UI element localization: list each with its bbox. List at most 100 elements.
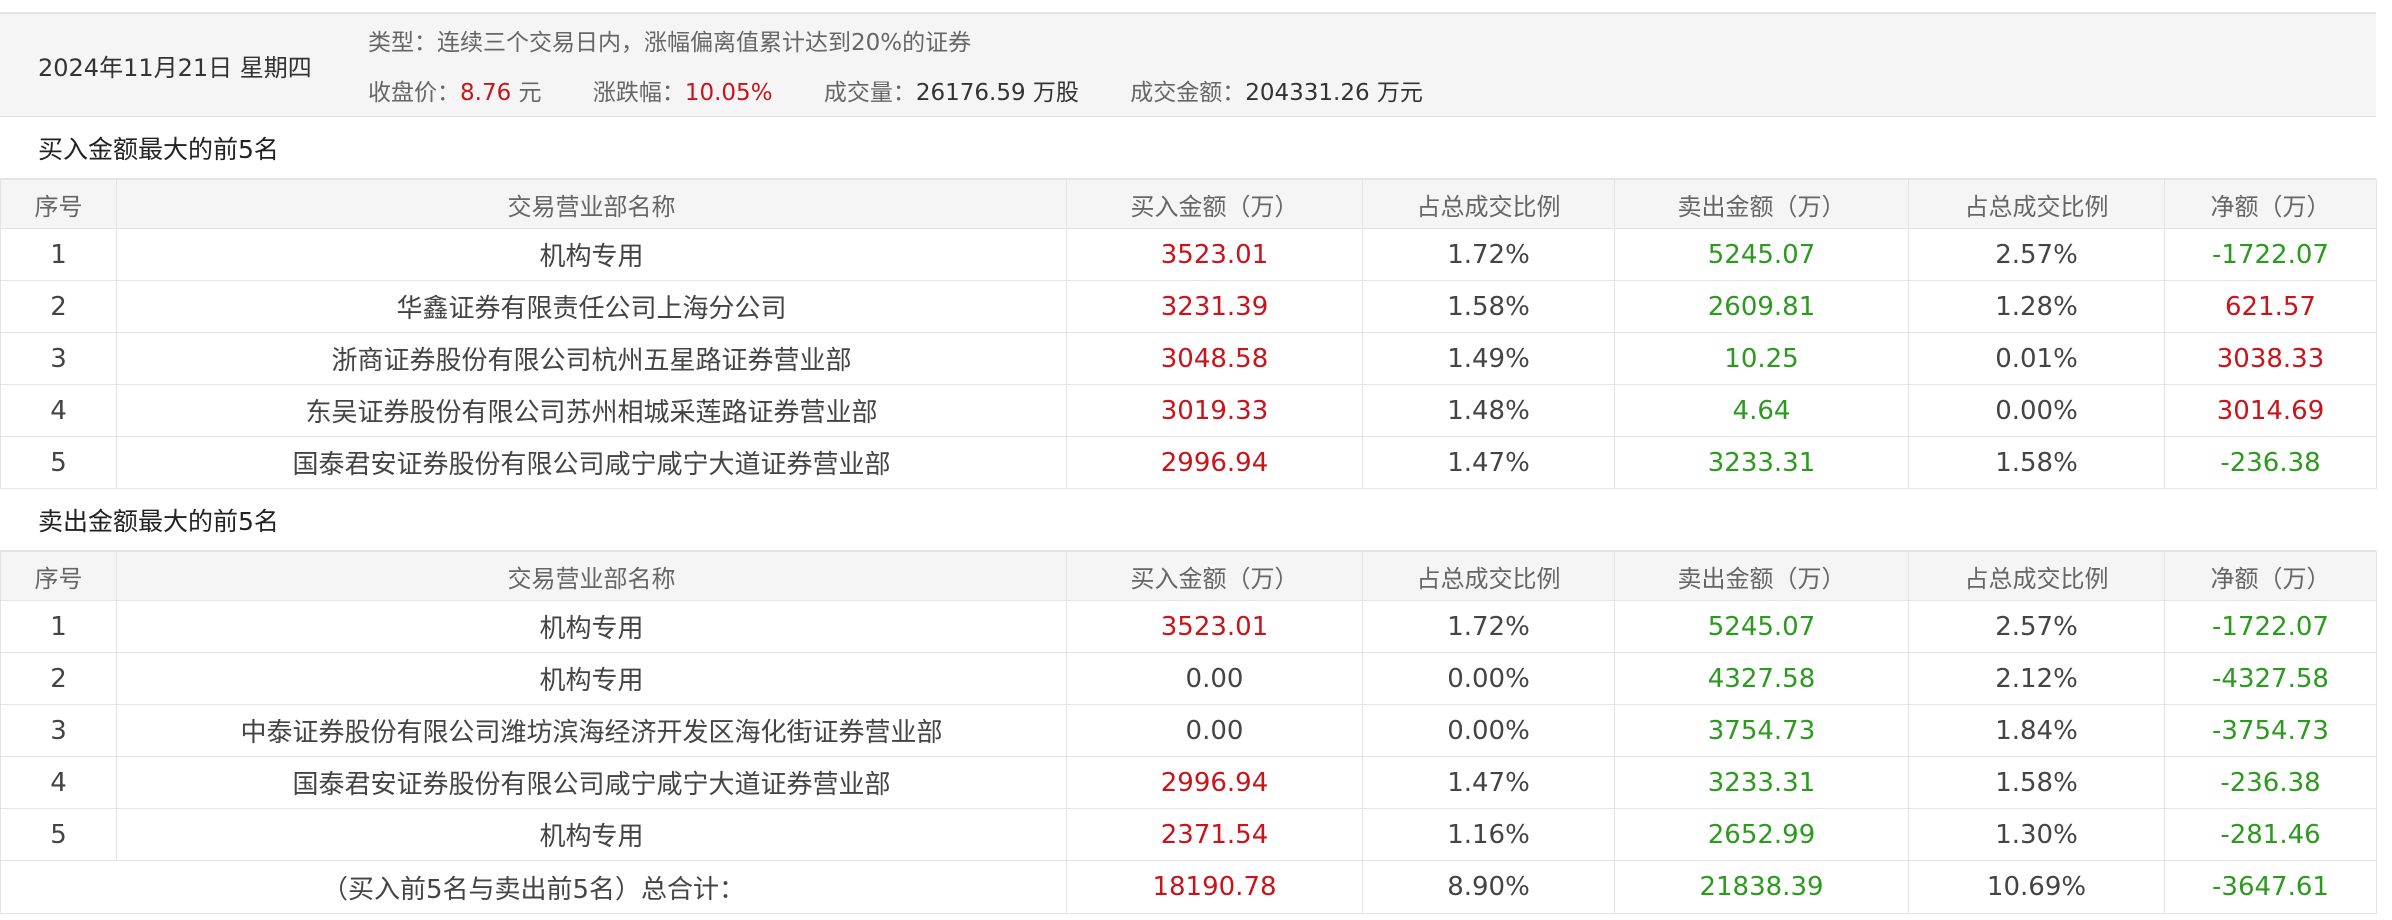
- broker-name: 机构专用: [116, 228, 1067, 281]
- sell-amount: 3754.73: [1614, 704, 1909, 757]
- buy-ratio: 1.47%: [1362, 756, 1615, 809]
- row-no: 4: [0, 384, 117, 437]
- sell-ratio: 1.30%: [1908, 808, 2165, 861]
- sell-amount: 10.25: [1614, 332, 1909, 385]
- buy-section-title: 买入金额最大的前5名: [0, 117, 2376, 179]
- net-amount: -1722.07: [2164, 600, 2377, 653]
- sell-amount: 2652.99: [1614, 808, 1909, 861]
- broker-name: 国泰君安证券股份有限公司咸宁咸宁大道证券营业部: [116, 756, 1067, 809]
- col-header-buy: 买入金额（万）: [1066, 551, 1363, 601]
- col-header-buy: 买入金额（万）: [1066, 179, 1363, 229]
- buy-top5-table: 序号 交易营业部名称 买入金额（万） 占总成交比例 卖出金额（万） 占总成交比例…: [0, 179, 2377, 489]
- top-divider: [0, 0, 2376, 13]
- stock-info-bar: 2024年11月21日 星期四 类型：连续三个交易日内，涨幅偏离值累计达到20%…: [0, 13, 2376, 117]
- sell-ratio: 2.57%: [1908, 600, 2165, 653]
- total-buy-pct: 8.90%: [1362, 860, 1615, 914]
- buy-rows: 1 机构专用 3523.01 1.72% 5245.07 2.57% -1722.07 2 华鑫…: [0, 228, 2377, 489]
- sell-rows: 1 机构专用 3523.01 1.72% 5245.07 2.57% -1722.07 2 机构…: [0, 600, 2377, 861]
- sell-ratio: 2.57%: [1908, 228, 2165, 281]
- sell-amount: 5245.07: [1614, 228, 1909, 281]
- buy-ratio: 1.72%: [1362, 228, 1615, 281]
- col-header-sell: 卖出金额（万）: [1614, 551, 1909, 601]
- close-unit: 元: [518, 80, 542, 106]
- broker-name: 国泰君安证券股份有限公司咸宁咸宁大道证券营业部: [116, 436, 1067, 489]
- dragon-tiger-panel: 2024年11月21日 星期四 类型：连续三个交易日内，涨幅偏离值累计达到20%…: [0, 0, 2377, 914]
- net-amount: 3014.69: [2164, 384, 2377, 437]
- buy-amount: 3019.33: [1066, 384, 1363, 437]
- col-header-sell: 卖出金额（万）: [1614, 179, 1909, 229]
- col-header-no: 序号: [0, 179, 117, 229]
- row-no: 1: [0, 228, 117, 281]
- col-header-no: 序号: [0, 551, 117, 601]
- close-label: 收盘价：: [368, 80, 460, 106]
- total-buy: 18190.78: [1066, 860, 1363, 914]
- table-row: 1 机构专用 3523.01 1.72% 5245.07 2.57% -1722.07: [0, 600, 2377, 653]
- amount-label: 成交金额：: [1130, 80, 1246, 106]
- close-value: 8.76: [460, 80, 512, 106]
- col-header-net: 净额（万）: [2164, 551, 2377, 601]
- buy-ratio: 1.48%: [1362, 384, 1615, 437]
- net-amount: -281.46: [2164, 808, 2377, 861]
- buy-amount: 3231.39: [1066, 280, 1363, 333]
- sell-ratio: 1.28%: [1908, 280, 2165, 333]
- total-sell: 21838.39: [1614, 860, 1909, 914]
- total-row: （买入前5名与卖出前5名）总合计： 18190.78 8.90% 21838.3…: [0, 860, 2377, 914]
- row-no: 2: [0, 652, 117, 705]
- sell-amount: 5245.07: [1614, 600, 1909, 653]
- table-header-row: 序号 交易营业部名称 买入金额（万） 占总成交比例 卖出金额（万） 占总成交比例…: [0, 551, 2377, 601]
- sell-amount: 2609.81: [1614, 280, 1909, 333]
- sell-amount: 3233.31: [1614, 756, 1909, 809]
- trade-date: 2024年11月21日 星期四: [38, 53, 312, 82]
- table-row: 4 东吴证券股份有限公司苏州相城采莲路证券营业部 3019.33 1.48% 4.64 0…: [0, 384, 2377, 437]
- type-label: 类型：: [368, 30, 437, 56]
- broker-name: 机构专用: [116, 808, 1067, 861]
- table-row: 4 国泰君安证券股份有限公司咸宁咸宁大道证券营业部 2996.94 1.47% 3233…: [0, 756, 2377, 809]
- row-no: 1: [0, 600, 117, 653]
- sell-ratio: 0.01%: [1908, 332, 2165, 385]
- table-row: 5 机构专用 2371.54 1.16% 2652.99 1.30% -281.46: [0, 808, 2377, 861]
- row-no: 5: [0, 436, 117, 489]
- buy-ratio: 1.16%: [1362, 808, 1615, 861]
- sell-ratio: 1.58%: [1908, 436, 2165, 489]
- buy-amount: 0.00: [1066, 704, 1363, 757]
- buy-ratio: 0.00%: [1362, 704, 1615, 757]
- broker-name: 中泰证券股份有限公司潍坊滨海经济开发区海化街证券营业部: [116, 704, 1067, 757]
- buy-ratio: 1.49%: [1362, 332, 1615, 385]
- buy-amount: 2996.94: [1066, 436, 1363, 489]
- table-header-row: 序号 交易营业部名称 买入金额（万） 占总成交比例 卖出金额（万） 占总成交比例…: [0, 179, 2377, 229]
- col-header-buy-pct: 占总成交比例: [1362, 179, 1615, 229]
- broker-name: 东吴证券股份有限公司苏州相城采莲路证券营业部: [116, 384, 1067, 437]
- table-row: 1 机构专用 3523.01 1.72% 5245.07 2.57% -1722.07: [0, 228, 2377, 281]
- quote-line: 收盘价：8.76 元 涨跌幅：10.05% 成交量：26176.59 万股 成交…: [368, 73, 1423, 107]
- net-amount: -1722.07: [2164, 228, 2377, 281]
- buy-amount: 3048.58: [1066, 332, 1363, 385]
- broker-name: 浙商证券股份有限公司杭州五星路证券营业部: [116, 332, 1067, 385]
- sell-amount: 3233.31: [1614, 436, 1909, 489]
- row-no: 3: [0, 332, 117, 385]
- total-sell-pct: 10.69%: [1908, 860, 2165, 914]
- col-header-sell-pct: 占总成交比例: [1908, 179, 2165, 229]
- sell-ratio: 0.00%: [1908, 384, 2165, 437]
- buy-amount: 3523.01: [1066, 228, 1363, 281]
- buy-amount: 3523.01: [1066, 600, 1363, 653]
- sell-amount: 4327.58: [1614, 652, 1909, 705]
- table-row: 2 机构专用 0.00 0.00% 4327.58 2.12% -4327.58: [0, 652, 2377, 705]
- net-amount: -3754.73: [2164, 704, 2377, 757]
- net-amount: 3038.33: [2164, 332, 2377, 385]
- sell-ratio: 1.84%: [1908, 704, 2165, 757]
- buy-ratio: 1.72%: [1362, 600, 1615, 653]
- row-no: 3: [0, 704, 117, 757]
- col-header-net: 净额（万）: [2164, 179, 2377, 229]
- type-value: 连续三个交易日内，涨幅偏离值累计达到20%的证券: [437, 30, 972, 56]
- net-amount: -236.38: [2164, 436, 2377, 489]
- buy-amount: 2996.94: [1066, 756, 1363, 809]
- sell-ratio: 2.12%: [1908, 652, 2165, 705]
- sell-top5-table: 序号 交易营业部名称 买入金额（万） 占总成交比例 卖出金额（万） 占总成交比例…: [0, 551, 2377, 914]
- buy-ratio: 1.58%: [1362, 280, 1615, 333]
- change-label: 涨跌幅：: [592, 80, 685, 106]
- col-header-name: 交易营业部名称: [116, 179, 1067, 229]
- buy-ratio: 0.00%: [1362, 652, 1615, 705]
- volume-label: 成交量：: [823, 80, 916, 106]
- col-header-buy-pct: 占总成交比例: [1362, 551, 1615, 601]
- broker-name: 机构专用: [116, 652, 1067, 705]
